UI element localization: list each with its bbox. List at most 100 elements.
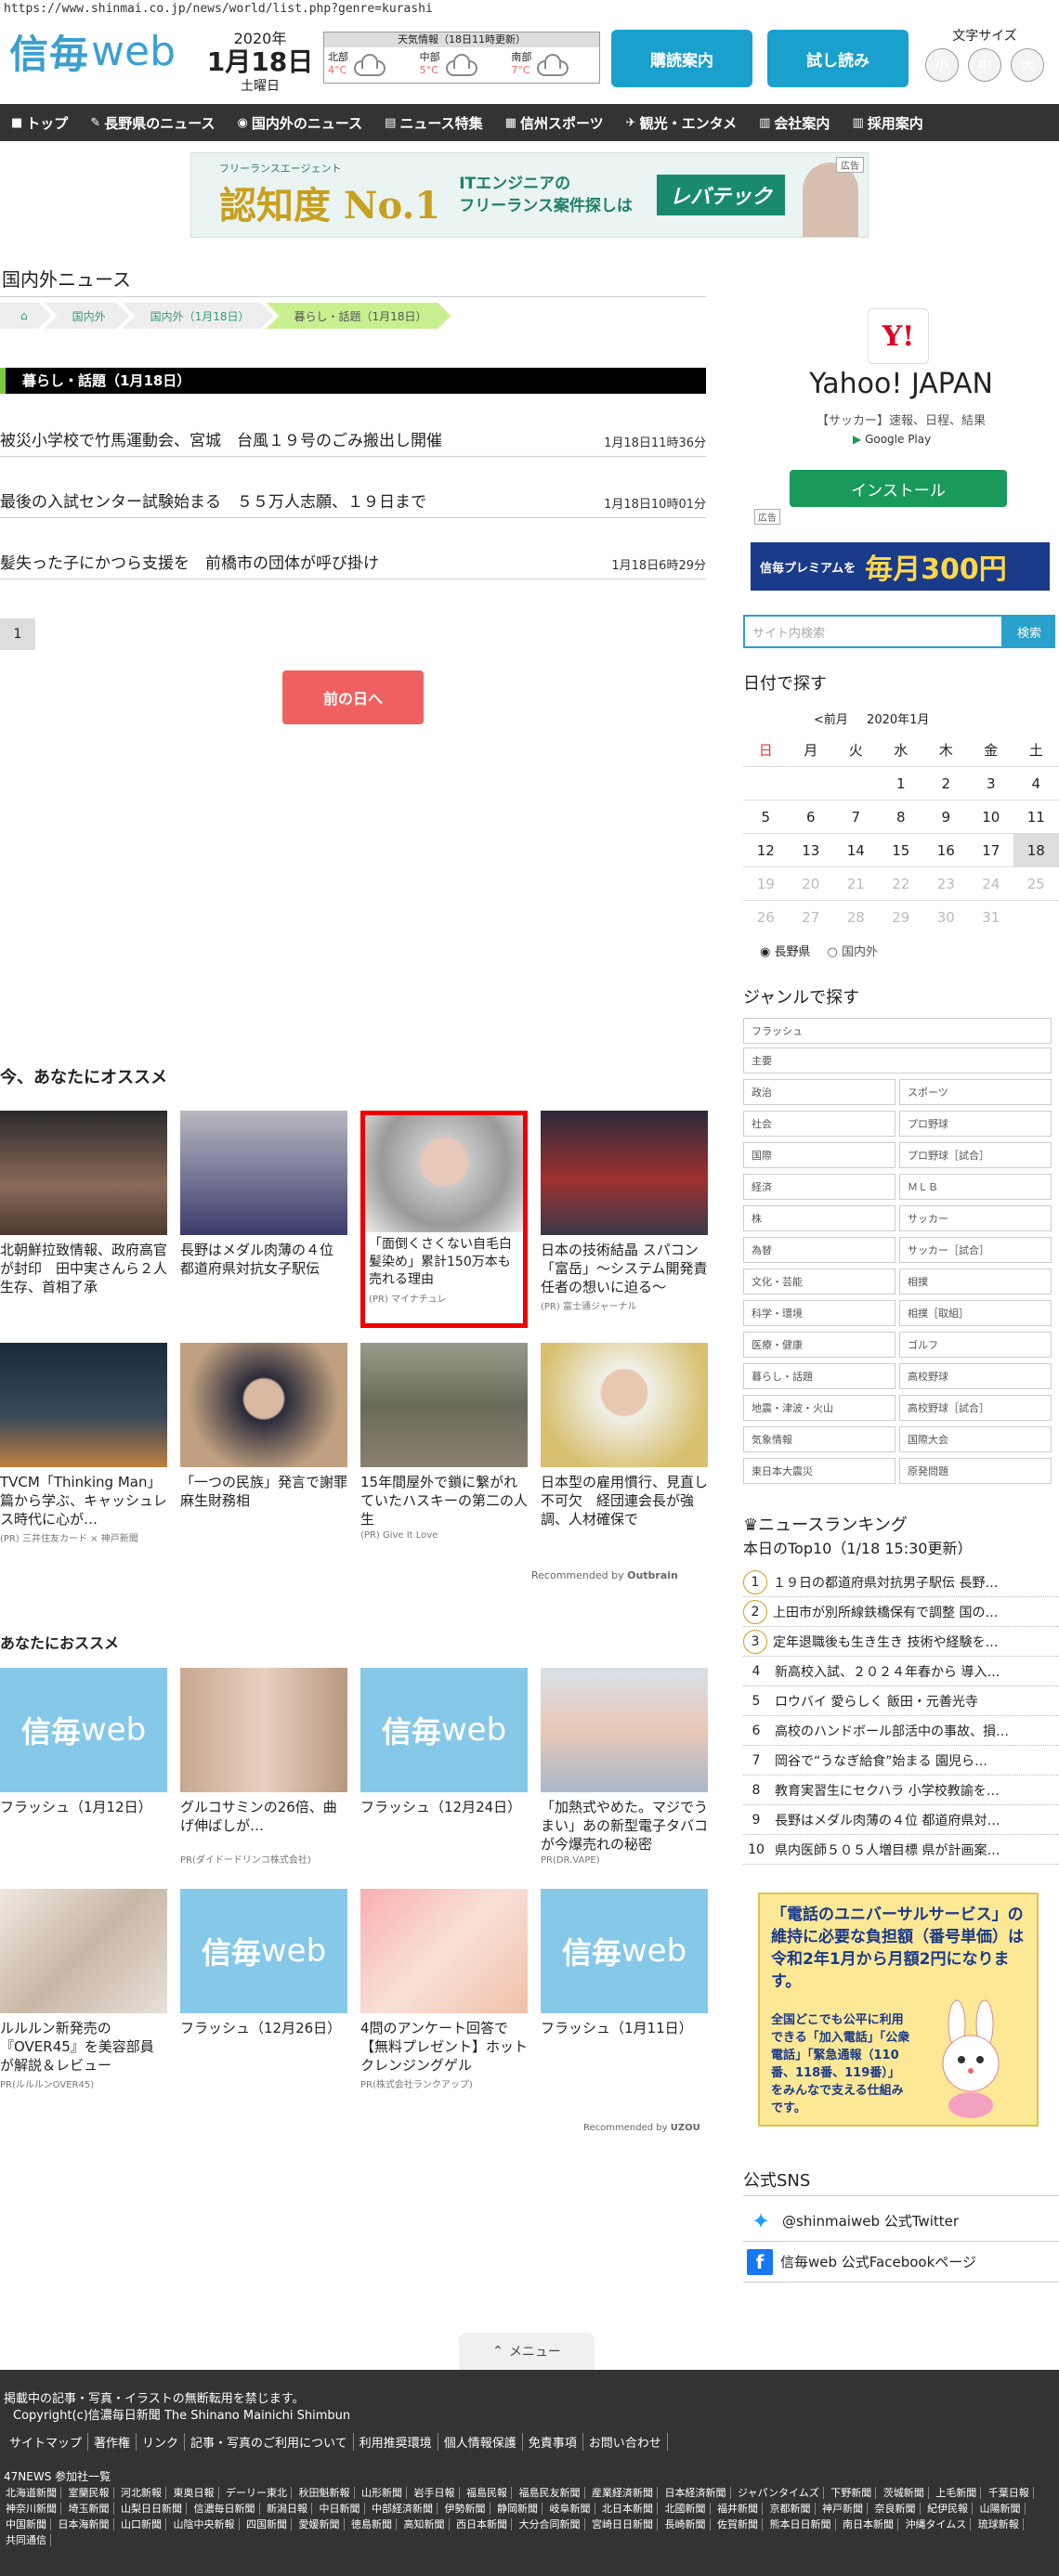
genre-item[interactable]: 株 [743,1205,896,1231]
nav-top[interactable]: ■ トップ [0,113,79,133]
recommend2-card-ad[interactable]: 「加熱式やめた。マジでうまい」あの新型電子タバコが今爆売れの秘密 PR(DR.V… [541,1668,708,1866]
yahoo-app-name[interactable]: Yahoo! JAPAN [743,368,1059,400]
genre-item[interactable]: 政治 [743,1079,896,1105]
menu-button[interactable]: ⌃ メニュー [459,2333,595,2370]
article-title[interactable]: 髪失った子にかつら支援を 前橋市の団体が呼び掛け [0,550,611,573]
weather-widget[interactable]: 天気情報（18日11時更新） 北部 4°C 中部 5°C 南部 7°C [323,32,600,84]
partner-paper-link[interactable]: 高知新聞 [399,2518,450,2530]
install-button[interactable]: インストール [790,470,1007,507]
partner-paper-link[interactable]: 徳島新聞 [347,2518,397,2530]
yahoo-app-icon[interactable]: Y! [868,308,929,364]
recommend2-card[interactable]: 信毎 web フラッシュ（1月11日） [541,1889,708,2037]
calendar-day[interactable]: 3 [969,767,1014,800]
partner-paper-link[interactable]: 共同通信 [2,2534,51,2546]
article-title[interactable]: 最後の入試センター試験始まる ５５万人志願、１９日まで [0,488,604,512]
partner-paper-link[interactable]: 茨城新聞 [879,2487,929,2499]
genre-item[interactable]: 原発問題 [899,1458,1052,1484]
ranking-item[interactable]: 10 県内医師５０５人増目標 県が計画案… [743,1835,1059,1865]
ranking-item[interactable]: 5 ロウバイ 愛らしく 飯田・元善光寺 [743,1686,1059,1716]
search-button[interactable]: 検索 [1003,615,1055,648]
recommend2-card[interactable]: 信毎 web フラッシュ（1月12日） [0,1668,167,1816]
partner-paper-link[interactable]: 埼玉新聞 [64,2503,114,2515]
genre-item[interactable]: 暮らし・話題 [743,1363,896,1389]
ranking-item[interactable]: 2 上田市が別所線鉄橋保有で調整 国の… [743,1597,1059,1627]
partner-paper-link[interactable]: 南日本新聞 [839,2518,898,2530]
partner-paper-link[interactable]: 熊本日日新聞 [765,2518,836,2530]
recommend-card[interactable]: 「一つの民族」発言で謝罪 麻生財務相 [180,1343,361,1510]
ranking-item[interactable]: 3 定年退職後も生き生き 技術や経験を… [743,1627,1059,1657]
calendar-day[interactable]: 16 [923,834,969,867]
footer-link[interactable]: お問い合わせ [583,2433,668,2451]
partner-paper-link[interactable]: 東奥日報 [169,2487,219,2499]
recommend-card[interactable]: 長野はメダル肉薄の４位 都道府県対抗女子駅伝 [180,1111,347,1278]
calendar-day[interactable]: 15 [879,834,924,867]
recommend-card-ad[interactable]: TVCM「Thinking Man」篇から学ぶ、キャッシュレス時代に心が… (P… [0,1343,167,1544]
partner-paper-link[interactable]: 伊勢新聞 [440,2503,490,2515]
partner-paper-link[interactable]: 京都新聞 [765,2503,816,2515]
partner-paper-link[interactable]: 北國新聞 [660,2503,711,2515]
recommend-card-ad[interactable]: 「面倒くさくない自毛白髪染め」累計150万本も売れる理由 (PR) マイナチュレ [360,1111,528,1328]
genre-item[interactable]: 地震・津波・火山 [743,1395,896,1421]
nav-tourism[interactable]: ✈ 観光・エンタメ [615,113,748,133]
breadcrumb-world-date[interactable]: 国内外（1月18日） [123,303,274,329]
trial-read-button[interactable]: 試し読み [767,30,909,87]
ranking-item[interactable]: 9 長野はメダル肉薄の４位 都道府県対… [743,1805,1059,1835]
genre-item[interactable]: ゴルフ [899,1332,1052,1358]
partner-paper-link[interactable]: 信濃毎日新聞 [190,2503,260,2515]
radio-nagano[interactable]: ◉ 長野県 [760,942,811,959]
calendar-day[interactable]: 1 [879,767,924,800]
calendar-day[interactable]: 4 [1013,767,1059,800]
footer-link[interactable]: 個人情報保護 [438,2433,523,2451]
partner-paper-link[interactable]: 下野新聞 [827,2487,877,2499]
partner-paper-link[interactable]: 日本経済新聞 [660,2487,731,2499]
partner-paper-link[interactable]: 長崎新聞 [660,2518,711,2530]
search-input[interactable]: サイト内検索 [743,615,1003,648]
partner-paper-link[interactable]: 紀伊民報 [923,2503,973,2515]
partner-paper-link[interactable]: 岩手日報 [410,2487,460,2499]
font-large-button[interactable]: 大 [1011,48,1044,82]
nav-recruit[interactable]: ▥ 採用案内 [841,113,934,133]
calendar-day[interactable]: 7 [833,800,879,834]
calendar-day[interactable]: 17 [969,834,1014,867]
genre-item[interactable]: 国際大会 [899,1426,1052,1452]
recommended-by[interactable]: Recommended by Outbrain [531,1569,678,1581]
calendar-prev-month[interactable]: <前月 [814,713,848,727]
recommend-card[interactable]: 北朝鮮拉致情報、政府高官が封印 田中実さんら２人生存、首相了承 [0,1111,167,1296]
calendar-day[interactable]: 13 [789,834,834,867]
partner-paper-link[interactable]: 四国新聞 [242,2518,292,2530]
partner-paper-link[interactable]: 上毛新聞 [932,2487,982,2499]
calendar-day[interactable]: 14 [833,834,879,867]
partner-paper-link[interactable]: 福島民友新聞 [515,2487,585,2499]
breadcrumb-world[interactable]: 国内外 [45,303,130,329]
recommend2-card-ad[interactable]: ルルルン新発売の『OVER45』を美容部員が解説＆レビュー PR(ルルルンOVE… [0,1889,167,2090]
genre-item[interactable]: 経済 [743,1174,896,1200]
partner-paper-link[interactable]: 神戸新聞 [818,2503,868,2515]
partner-paper-link[interactable]: 西日本新聞 [452,2518,512,2530]
genre-item[interactable]: 相撲 [899,1268,1052,1295]
genre-item[interactable]: 相撲［取組］ [899,1300,1052,1326]
subscription-button[interactable]: 購読案内 [611,30,752,87]
partner-paper-link[interactable]: 山梨日日新聞 [117,2503,187,2515]
nav-nagano[interactable]: ✎ 長野県のニュース [79,113,226,133]
ranking-item[interactable]: 6 高校のハンドボール部活中の事故、損… [743,1716,1059,1746]
partner-paper-link[interactable]: 山陽新聞 [975,2503,1026,2515]
genre-item[interactable]: 医療・健康 [743,1332,896,1358]
partner-paper-link[interactable]: 山形新聞 [358,2487,407,2499]
calendar-day[interactable]: 12 [743,834,789,867]
genre-item[interactable]: 科学・環境 [743,1300,896,1326]
genre-item[interactable]: スポーツ [899,1079,1052,1105]
genre-item[interactable]: 高校野球 [899,1363,1052,1389]
partner-paper-link[interactable]: 琉球新報 [974,2518,1024,2530]
calendar-day[interactable]: 11 [1013,800,1059,834]
nav-world[interactable]: ◉ 国内外のニュース [226,113,373,133]
partner-paper-link[interactable]: 愛媛新聞 [294,2518,345,2530]
partner-paper-link[interactable]: ジャパンタイムズ [734,2487,824,2499]
ranking-item[interactable]: 1 １９日の都道府県対抗男子駅伝 長野… [743,1568,1059,1597]
ranking-item[interactable]: 4 新高校入試、２０２４年春から 導入… [743,1657,1059,1686]
partner-paper-link[interactable]: 秋田魁新報 [294,2487,355,2499]
partner-paper-link[interactable]: 中部経済新聞 [368,2503,438,2515]
recommend2-card[interactable]: 信毎 web フラッシュ（12月24日） [360,1668,528,1816]
genre-item[interactable]: 気象情報 [743,1426,896,1452]
genre-item[interactable]: 主要 [743,1047,1052,1073]
recommend2-card-ad[interactable]: グルコサミンの26倍、曲げ伸ばしが… PR(ダイドードリンコ株式会社) [180,1668,347,1866]
